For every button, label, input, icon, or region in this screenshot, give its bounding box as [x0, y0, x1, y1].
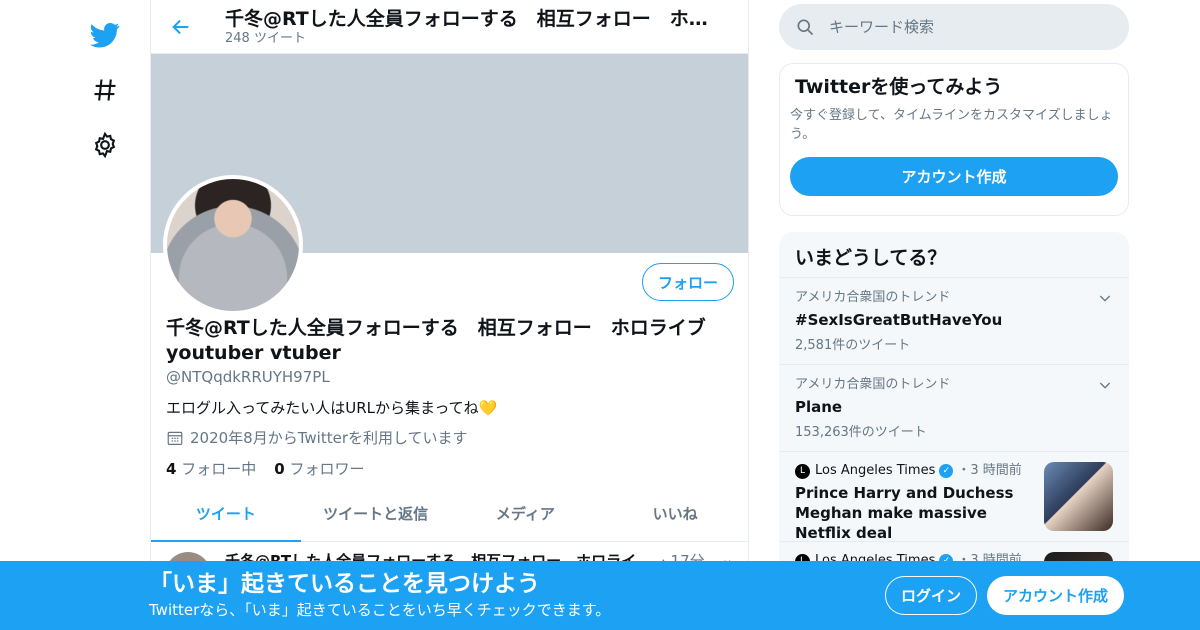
- yellow-heart-emoji: 💛: [478, 399, 498, 417]
- trends-title: いまどうしてる？: [779, 232, 1129, 278]
- profile-stats: 4 フォロー中 0 フォロワー: [166, 458, 736, 479]
- tab-media[interactable]: メディア: [451, 486, 601, 541]
- twitter-profile-page: 千冬@RTした人全員フォローする 相互フォロー ホロライブ youtuber v…: [0, 0, 1200, 630]
- joined-date: 2020年8月からTwitterを利用しています: [190, 429, 468, 447]
- signup-card-subtitle: 今すぐ登録して、タイムラインをカスタマイズしましょう。: [790, 108, 1113, 142]
- news-headline[interactable]: Prince Harry and Duchess Meghan make mas…: [795, 483, 1035, 543]
- follow-button[interactable]: フォロー: [642, 263, 734, 301]
- chevron-down-icon[interactable]: [1097, 290, 1113, 306]
- trend-count: 153,263件のツイート: [795, 425, 927, 440]
- search-box[interactable]: [779, 4, 1129, 50]
- news-item[interactable]: L Los Angeles Times ✓ ・3 時間前 Prince Harr…: [779, 452, 1129, 542]
- verified-badge-icon: ✓: [939, 464, 954, 478]
- trend-count: 2,581件のツイート: [795, 338, 911, 353]
- signup-card-title: Twitterを使ってみよう: [795, 76, 1003, 98]
- back-arrow-icon[interactable]: [151, 0, 211, 54]
- profile-display-name: 千冬@RTした人全員フォローする 相互フォロー ホロライブ youtuber v…: [166, 317, 706, 364]
- tab-tweets-and-replies[interactable]: ツイートと返信: [301, 486, 451, 541]
- news-source-name: Los Angeles Times: [815, 463, 936, 478]
- trend-meta: アメリカ合衆国のトレンド: [795, 377, 951, 392]
- profile-header: 千冬@RTした人全員フォローする 相互フォロー ホロライブ youtuber v…: [151, 0, 748, 54]
- followers-link[interactable]: 0 フォロワー: [274, 458, 364, 479]
- settings-gear-icon[interactable]: [80, 120, 130, 170]
- los-angeles-times-logo-icon: L: [795, 463, 810, 479]
- create-account-button[interactable]: アカウント作成: [790, 157, 1118, 196]
- tab-likes[interactable]: いいね: [600, 486, 748, 541]
- left-nav: [80, 10, 130, 175]
- trends-panel: いまどうしてる？ アメリカ合衆国のトレンド #SexIsGreatButHave…: [779, 232, 1129, 612]
- bottom-bar-subtitle: Twitterなら、「いま」起きていることをいち早くチェックできます。: [149, 601, 611, 619]
- profile-info: 千冬@RTした人全員フォローする 相互フォロー ホロライブ youtuber v…: [166, 316, 736, 479]
- header-tweet-count: 248 ツイート: [225, 30, 306, 46]
- profile-bio: エログル入ってみたい人はURLから集まってね💛: [166, 398, 736, 418]
- profile-handle: @NTQqdkRRUYH97PL: [166, 368, 330, 386]
- news-thumbnail[interactable]: [1044, 462, 1113, 531]
- chevron-down-icon[interactable]: [1097, 377, 1113, 393]
- signup-button[interactable]: アカウント作成: [987, 576, 1124, 615]
- search-input[interactable]: [829, 18, 1099, 36]
- explore-hashtag-icon[interactable]: [80, 65, 130, 115]
- bio-text: エログル入ってみたい人はURLから集まってね: [166, 399, 479, 417]
- twitter-logo-icon[interactable]: [80, 10, 130, 60]
- trend-name[interactable]: #SexIsGreatButHaveYou: [795, 309, 1113, 331]
- search-icon: [797, 19, 814, 36]
- news-time: ・3 時間前: [957, 463, 1022, 478]
- trend-item[interactable]: アメリカ合衆国のトレンド #SexIsGreatButHaveYou 2,581…: [779, 278, 1129, 365]
- profile-tabs: ツイート ツイートと返信 メディア いいね: [151, 486, 748, 542]
- trend-meta: アメリカ合衆国のトレンド: [795, 290, 951, 305]
- profile-joined: 2020年8月からTwitterを利用しています: [166, 428, 736, 448]
- calendar-icon: [167, 431, 183, 445]
- following-link[interactable]: 4 フォロー中: [166, 458, 256, 479]
- header-profile-name: 千冬@RTした人全員フォローする 相互フォロー ホロライブ youtuber v…: [225, 7, 721, 30]
- signup-card: Twitterを使ってみよう 今すぐ登録して、タイムラインをカスタマイズしましょ…: [779, 63, 1129, 216]
- trend-item[interactable]: アメリカ合衆国のトレンド Plane 153,263件のツイート: [779, 365, 1129, 452]
- tab-tweets[interactable]: ツイート: [151, 486, 301, 542]
- right-sidebar: Twitterを使ってみよう 今すぐ登録して、タイムラインをカスタマイズしましょ…: [779, 0, 1129, 612]
- bottom-signup-bar: 「いま」起きていることを見つけよう Twitterなら、「いま」起きていることを…: [0, 561, 1200, 630]
- bottom-bar-title: 「いま」起きていることを見つけよう: [149, 571, 540, 597]
- profile-column: 千冬@RTした人全員フォローする 相互フォロー ホロライブ youtuber v…: [150, 0, 749, 630]
- profile-avatar[interactable]: [163, 175, 303, 315]
- trend-name[interactable]: Plane: [795, 396, 1113, 418]
- login-button[interactable]: ログイン: [885, 576, 977, 615]
